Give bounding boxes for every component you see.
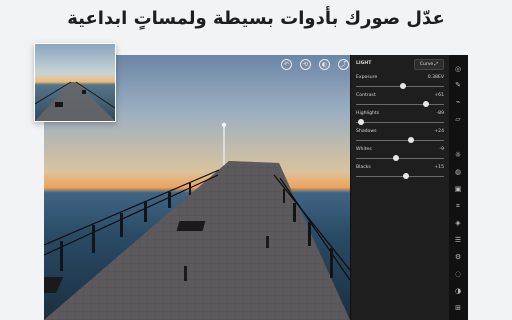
slider-label: Exposure [356,75,378,80]
slider-label: Highlights [356,111,380,116]
panel-title: LIGHT [356,61,372,66]
slider-label: Shadows [356,129,377,134]
before-thumbnail[interactable] [34,43,116,122]
slider-knob[interactable] [393,155,400,161]
slider-value: -9 [439,147,444,152]
profile-icon[interactable]: ◐ [319,59,330,70]
whites-slider[interactable]: Whites -9 [356,147,444,165]
eraser-icon[interactable]: ▱ [454,115,462,123]
tool-rail: ◎ ✎ ⌁ ▱ ☼ ◍ ▣ ⌗ ◈ ☰ ⚙ ◌ ◑ ⊞ [449,55,468,320]
slider-value: +15 [434,165,444,170]
slider-track[interactable] [356,104,444,105]
share-icon[interactable]: ⤴ [338,59,349,70]
slider-knob[interactable] [358,119,365,125]
slider-knob[interactable] [408,137,415,143]
healing-icon[interactable]: ⌁ [454,98,462,106]
slider-track[interactable] [356,176,444,177]
slider-value: +24 [434,129,444,134]
curve-button-label: Curve [419,62,434,67]
slider-track[interactable] [356,140,444,141]
settings-icon[interactable]: ⚙ [454,253,462,261]
shadows-slider[interactable]: Shadows +24 [356,129,444,147]
optics-icon[interactable]: ◑ [454,287,462,295]
slider-track[interactable] [356,158,444,159]
selective-icon[interactable]: ◈ [454,219,462,227]
brush-icon[interactable]: ✎ [454,81,462,89]
slider-knob[interactable] [423,101,430,107]
slider-label: Contrast [356,93,376,98]
curve-button[interactable]: Curve ⤢ [414,59,444,70]
blacks-slider[interactable]: Blacks +15 [356,165,444,183]
undo-icon[interactable]: ↶ [281,59,292,70]
slider-knob[interactable] [403,173,410,179]
color-icon[interactable]: ◍ [454,168,462,176]
slider-value: -89 [436,111,444,116]
highlights-slider[interactable]: Highlights -89 [356,111,444,129]
slider-value: +61 [434,93,444,98]
exposure-slider[interactable]: Exposure 0.38EV [356,75,444,93]
presets-icon[interactable]: ◎ [454,65,462,73]
vignette-icon[interactable]: ▣ [454,185,462,193]
crop-icon[interactable]: ⌗ [454,202,462,210]
slider-value: 0.38EV [427,75,444,80]
history-icon[interactable]: ⟲ [300,59,311,70]
details-icon[interactable]: ◌ [454,270,462,278]
top-toolbar: ↶ ⟲ ◐ ⤴ ⋯ [281,59,350,70]
slider-label: Blacks [356,165,371,170]
panel-header: LIGHT Curve ⤢ [356,59,444,70]
light-icon[interactable]: ☼ [454,151,462,159]
slider-knob[interactable] [399,83,406,89]
slider-label: Whites [356,147,372,152]
slider-track[interactable] [356,122,444,123]
contrast-slider[interactable]: Contrast +61 [356,93,444,111]
headline: عدّل صورك بأدوات بسيطة ولمساتٍ ابداعية [67,8,445,29]
thumbnail-photo [35,81,115,121]
adjustment-panel: LIGHT Curve ⤢ Exposure 0.38EV Contrast +… [351,55,449,320]
layers-icon[interactable]: ☰ [454,236,462,244]
geometry-icon[interactable]: ⊞ [454,304,462,312]
